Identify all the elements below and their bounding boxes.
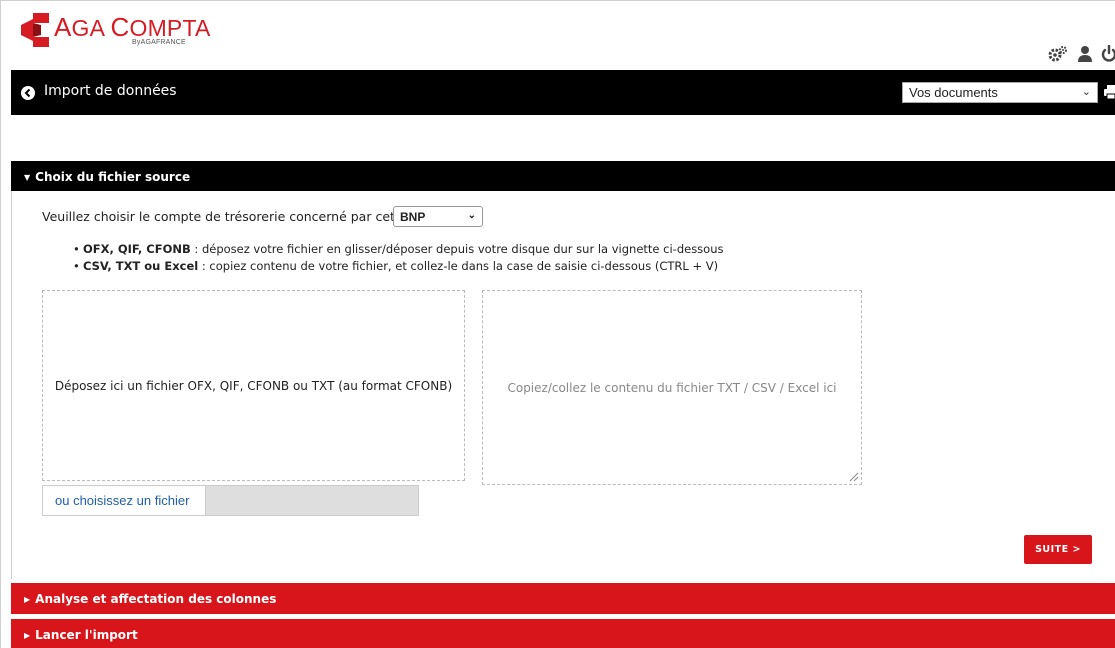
section-launch-header[interactable]: ▶ Lancer l'import [11,619,1115,648]
instructions-list: OFX, QIF, CFONB : déposez votre fichier … [73,241,724,275]
account-select-value: BNP [400,210,426,224]
choose-file-button[interactable]: ou choisissez un fichier [43,486,206,515]
paste-textarea[interactable]: Copiez/collez le contenu du fichier TXT … [482,290,862,485]
next-button[interactable]: SUITE > [1024,535,1092,564]
drop-zone-text: Déposez ici un fichier OFX, QIF, CFONB o… [54,378,453,393]
section-launch-title: Lancer l'import [35,628,138,642]
chevron-down-icon: ⌄ [1081,86,1091,98]
power-icon[interactable] [1101,45,1115,63]
chevron-down-icon: ⌄ [467,210,476,221]
documents-select-value: Vos documents [909,85,998,100]
account-choose-label: Veuillez choisir le compte de trésorerie… [42,209,449,224]
file-picker[interactable]: ou choisissez un fichier [42,485,419,516]
caret-right-icon: ▶ [24,595,31,604]
caret-down-icon: ▼ [24,173,31,182]
circle-arrow-left-icon[interactable] [21,86,35,100]
page-title: Import de données [44,83,177,99]
gears-icon[interactable] [1048,45,1068,63]
app-window: AGA COMPTA ByAGAFRANCE Import de données… [0,0,1115,648]
list-item: CSV, TXT ou Excel : copiez contenu de vo… [73,258,724,275]
section-source-body: Veuillez choisir le compte de trésorerie… [11,191,1115,579]
documents-select[interactable]: Vos documents ⌄ [902,82,1098,103]
section-columns-title: Analyse et affectation des colonnes [35,592,277,606]
list-item: OFX, QIF, CFONB : déposez votre fichier … [73,241,723,258]
file-drop-zone[interactable]: Déposez ici un fichier OFX, QIF, CFONB o… [42,290,465,481]
aga-compta-logo[interactable]: AGA COMPTA ByAGAFRANCE [19,9,219,49]
caret-right-icon: ▶ [24,631,31,640]
resize-grip-icon[interactable] [849,472,859,482]
section-source-header[interactable]: ▼ Choix du fichier source [11,161,1115,191]
section-columns-header[interactable]: ▶ Analyse et affectation des colonnes [11,583,1115,614]
section-source-title: Choix du fichier source [35,170,191,184]
account-select[interactable]: BNP ⌄ [393,206,483,227]
paste-placeholder: Copiez/collez le contenu du fichier TXT … [507,380,837,395]
top-toolbar [1035,45,1115,65]
logo-mark-icon [21,13,49,47]
logo-subtitle: ByAGAFRANCE [132,39,186,46]
user-icon[interactable] [1078,45,1092,63]
page-header-bar: Import de données Vos documents ⌄ [11,70,1115,115]
printer-icon[interactable] [1103,84,1115,100]
